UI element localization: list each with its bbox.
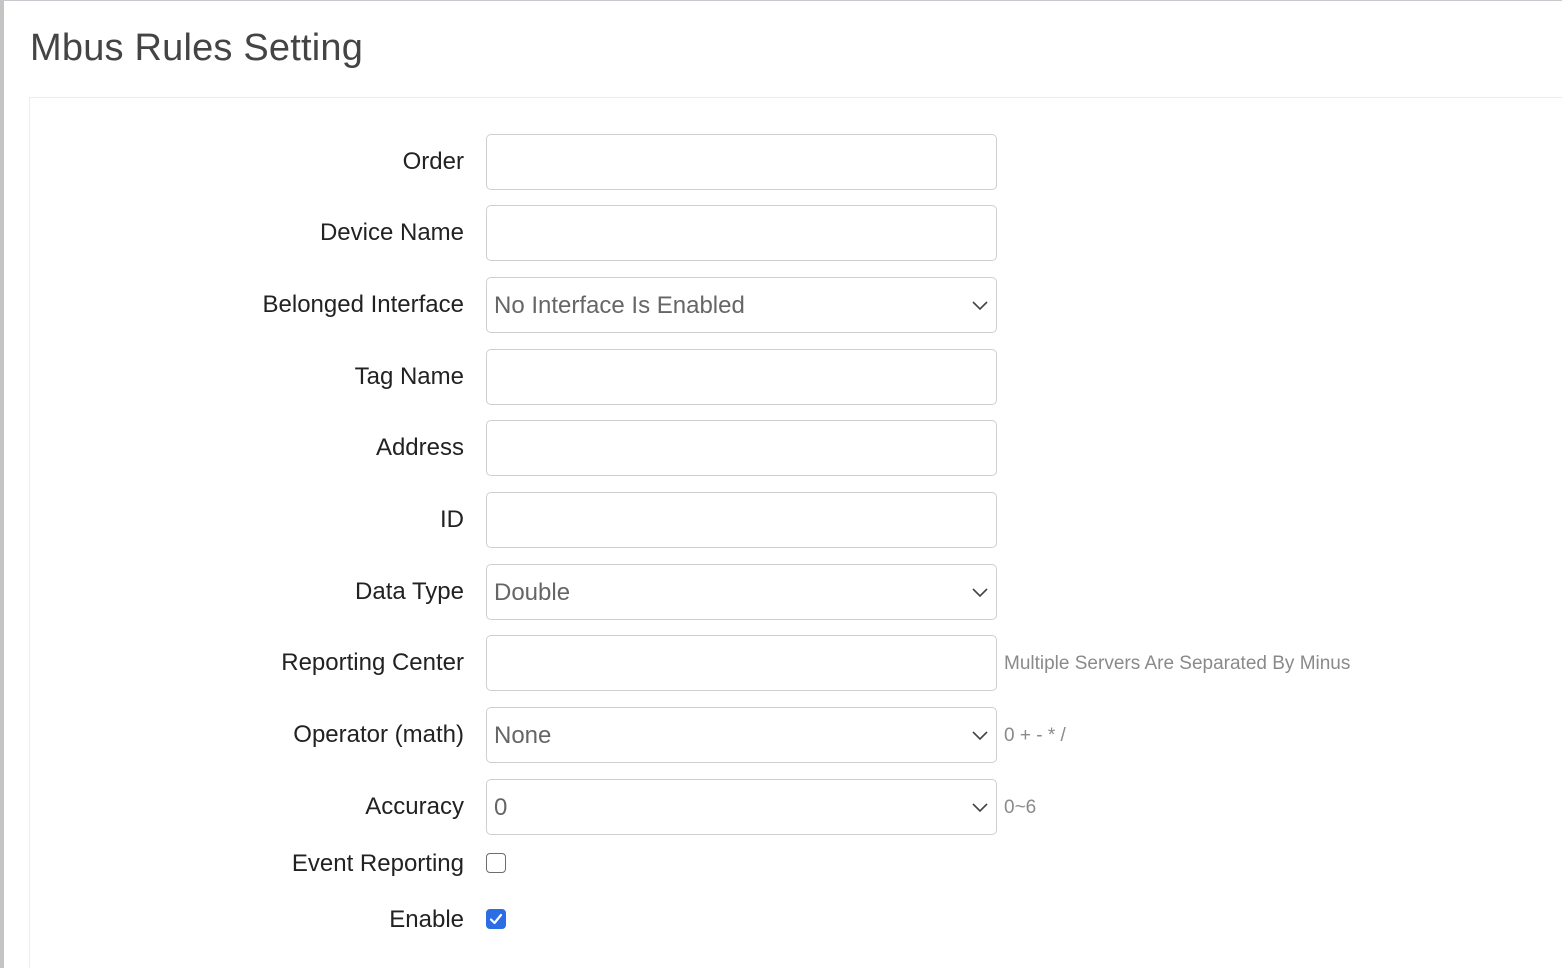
tag-name-label: Tag Name — [354, 363, 464, 390]
data-type-value: Double — [494, 579, 571, 606]
id-label: ID — [440, 506, 464, 533]
data-type-select[interactable]: Double — [486, 564, 997, 620]
accuracy-select[interactable]: 0 — [486, 779, 997, 835]
check-icon — [489, 913, 503, 925]
form-row-accuracy: Accuracy 0 0~6 — [30, 779, 1560, 835]
data-type-label: Data Type — [355, 578, 464, 605]
form-row-enable: Enable — [30, 904, 1560, 934]
page-title: Mbus Rules Setting — [30, 27, 364, 69]
reporting-center-label: Reporting Center — [281, 649, 464, 676]
address-input[interactable] — [487, 421, 996, 475]
reporting-center-field-wrapper — [486, 635, 997, 691]
address-label: Address — [375, 434, 464, 461]
chevron-down-icon — [972, 731, 988, 741]
accuracy-hint: 0~6 — [1004, 797, 1037, 818]
event-reporting-checkbox[interactable] — [486, 853, 506, 873]
form-row-event-reporting: Event Reporting — [30, 848, 1560, 878]
operator-value: None — [494, 722, 552, 749]
operator-label: Operator (math) — [293, 721, 464, 748]
device-name-label: Device Name — [319, 219, 464, 246]
form-row-device-name: Device Name — [30, 205, 1560, 261]
event-reporting-label: Event Reporting — [291, 850, 464, 877]
form-row-operator: Operator (math) None 0 + - * / — [30, 707, 1560, 763]
form-row-id: ID — [30, 492, 1560, 548]
id-input[interactable] — [487, 493, 996, 547]
tag-name-field-wrapper — [486, 349, 997, 405]
form-row-data-type: Data Type Double — [30, 564, 1560, 620]
page: Mbus Rules Setting Order Device Name Bel… — [0, 0, 1562, 968]
belonged-interface-label: Belonged Interface — [262, 291, 464, 318]
form-row-belonged-interface: Belonged Interface No Interface Is Enabl… — [30, 277, 1560, 333]
form-row-address: Address — [30, 420, 1560, 476]
enable-checkbox[interactable] — [486, 909, 506, 929]
order-input[interactable] — [487, 135, 996, 189]
address-field-wrapper — [486, 420, 997, 476]
reporting-center-input[interactable] — [487, 636, 996, 690]
id-field-wrapper — [486, 492, 997, 548]
chevron-down-icon — [972, 301, 988, 311]
order-label: Order — [402, 148, 464, 175]
reporting-center-hint: Multiple Servers Are Separated By Minus — [1004, 653, 1351, 674]
operator-select[interactable]: None — [486, 707, 997, 763]
accuracy-label: Accuracy — [365, 793, 464, 820]
operator-hint: 0 + - * / — [1004, 725, 1066, 746]
device-name-field-wrapper — [486, 205, 997, 261]
belonged-interface-select[interactable]: No Interface Is Enabled — [486, 277, 997, 333]
device-name-input[interactable] — [487, 206, 996, 260]
enable-label: Enable — [389, 906, 464, 933]
form-panel: Order Device Name Belonged Interface No … — [29, 97, 1562, 968]
form-row-reporting-center: Reporting Center Multiple Servers Are Se… — [30, 635, 1560, 691]
form-row-tag-name: Tag Name — [30, 349, 1560, 405]
chevron-down-icon — [972, 803, 988, 813]
form-row-order: Order — [30, 134, 1560, 190]
order-field-wrapper — [486, 134, 997, 190]
chevron-down-icon — [972, 588, 988, 598]
belonged-interface-value: No Interface Is Enabled — [494, 292, 745, 319]
tag-name-input[interactable] — [487, 350, 996, 404]
accuracy-value: 0 — [494, 794, 508, 821]
